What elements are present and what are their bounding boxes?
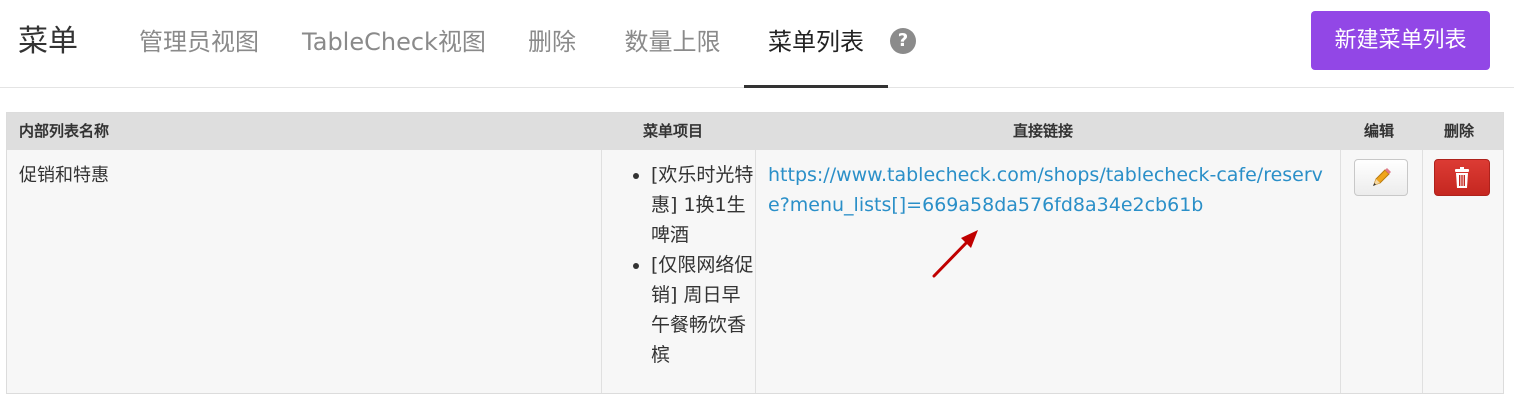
- column-header-internal-name: 内部列表名称: [19, 122, 110, 140]
- annotation-arrow-icon: [932, 230, 978, 278]
- direct-link[interactable]: https://www.tablecheck.com/shops/tablech…: [768, 160, 1338, 220]
- column-divider: [1422, 150, 1423, 393]
- column-header-direct-link: 直接链接: [1013, 122, 1074, 140]
- top-navigation-bar: 菜单 管理员视图 TableCheck视图 删除 数量上限 菜单列表 ? 新建菜…: [0, 0, 1514, 88]
- column-divider: [601, 150, 602, 393]
- edit-button[interactable]: [1354, 159, 1408, 196]
- new-menu-list-button[interactable]: 新建菜单列表: [1311, 11, 1490, 70]
- column-header-delete: 删除: [1444, 122, 1475, 140]
- tab-menu-list[interactable]: 菜单列表: [744, 0, 888, 88]
- delete-button[interactable]: [1434, 159, 1490, 196]
- menu-list-table: 内部列表名称 菜单项目 直接链接 编辑 删除 促销和特惠 [欢乐时光特惠] 1换…: [6, 112, 1504, 394]
- column-header-edit: 编辑: [1364, 122, 1395, 140]
- column-divider: [1340, 150, 1341, 393]
- page-title: 菜单: [18, 24, 78, 59]
- tab-admin-view[interactable]: 管理员视图: [124, 0, 274, 88]
- help-icon[interactable]: ?: [890, 28, 916, 54]
- tab-delete[interactable]: 删除: [513, 0, 591, 88]
- list-item: [欢乐时光特惠] 1换1生啤酒: [623, 160, 758, 250]
- internal-list-name: 促销和特惠: [19, 165, 109, 186]
- column-header-menu-items: 菜单项目: [643, 122, 704, 140]
- tab-tablecheck-view[interactable]: TableCheck视图: [293, 0, 495, 88]
- menu-items-list: [欢乐时光特惠] 1换1生啤酒 [仅限网络促销] 周日早午餐畅饮香槟: [623, 160, 758, 370]
- tab-quantity-limit[interactable]: 数量上限: [610, 0, 735, 88]
- table-header: 内部列表名称 菜单项目 直接链接 编辑 删除: [7, 113, 1503, 150]
- list-item: [仅限网络促销] 周日早午餐畅饮香槟: [623, 250, 758, 370]
